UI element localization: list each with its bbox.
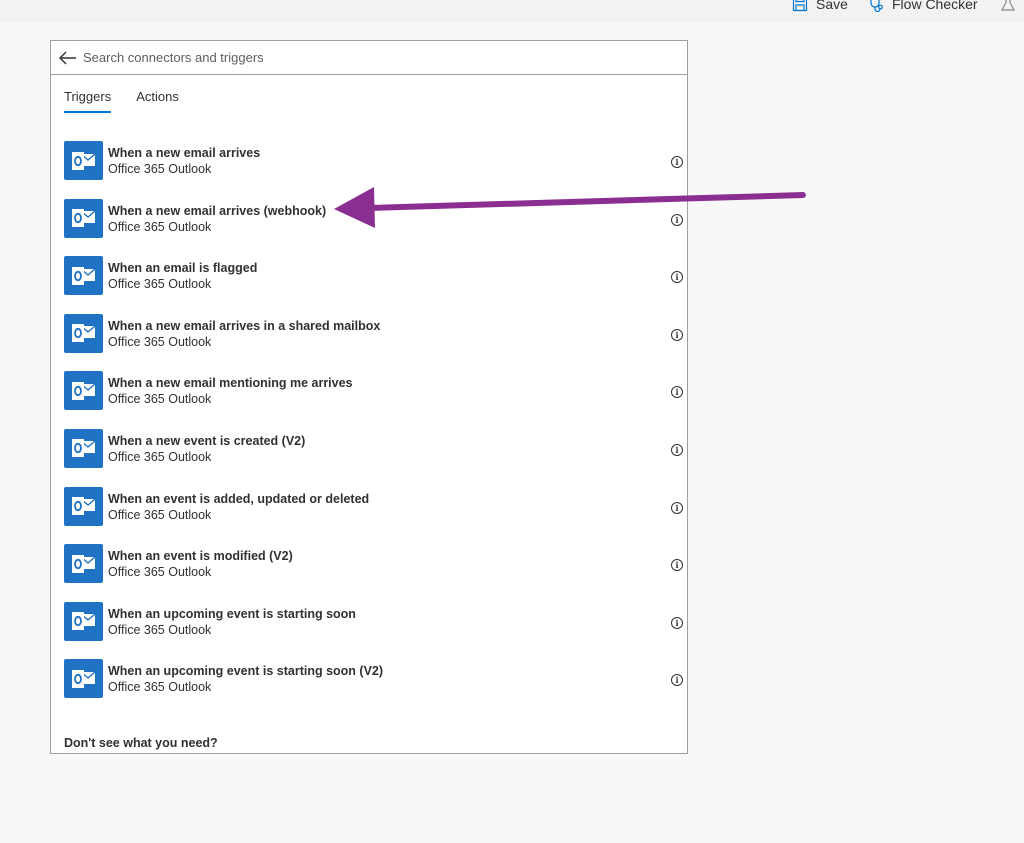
trigger-item[interactable]: When a new event is created (V2) Office … (51, 424, 687, 482)
info-icon[interactable]: i (671, 156, 683, 168)
trigger-text: When a new email arrives Office 365 Outl… (108, 145, 260, 178)
back-arrow-icon[interactable] (58, 48, 78, 68)
trigger-connector: Office 365 Outlook (108, 392, 212, 407)
trigger-text: When an upcoming event is starting soon … (108, 663, 383, 696)
trigger-list: When a new email arrives Office 365 Outl… (51, 136, 687, 712)
trigger-item[interactable]: When a new email mentioning me arrives O… (51, 366, 687, 424)
trigger-picker-panel: Triggers Actions When a new email arrive… (50, 40, 688, 754)
beaker-icon (1000, 0, 1016, 12)
trigger-connector: Office 365 Outlook (108, 449, 212, 464)
info-icon[interactable]: i (671, 213, 683, 226)
flow-checker-button[interactable]: Flow Checker (868, 0, 978, 14)
outlook-icon (64, 141, 103, 180)
trigger-title: When a new event is created (V2) (108, 433, 306, 448)
trigger-text: When a new email mentioning me arrives O… (108, 375, 353, 408)
trigger-connector: Office 365 Outlook (108, 277, 212, 292)
command-bar: Save Flow Checker (0, 0, 1024, 22)
trigger-title: When a new email mentioning me arrives (108, 376, 353, 391)
trigger-title: When a new email arrives (webhook) (108, 203, 327, 218)
trigger-text: When an email is flagged Office 365 Outl… (108, 260, 257, 293)
trigger-item[interactable]: When an event is modified (V2) Office 36… (51, 539, 687, 597)
info-icon[interactable]: i (671, 616, 683, 629)
tab-actions[interactable]: Actions (136, 89, 179, 113)
trigger-title: When an upcoming event is starting soon … (108, 664, 384, 679)
save-icon (792, 0, 808, 12)
outlook-icon (64, 659, 103, 699)
outlook-icon (64, 428, 103, 468)
outlook-icon (64, 198, 103, 238)
trigger-title: When a new email arrives in a shared mai… (108, 318, 381, 333)
outlook-icon (64, 486, 103, 526)
trigger-item[interactable]: When a new email arrives in a shared mai… (51, 309, 687, 367)
trigger-item[interactable]: When an event is added, updated or delet… (51, 482, 687, 540)
trigger-title: When an email is flagged (108, 261, 258, 276)
trigger-text: When an event is added, updated or delet… (108, 491, 369, 524)
trigger-title: When an event is added, updated or delet… (108, 491, 370, 506)
trigger-connector: Office 365 Outlook (108, 680, 212, 695)
trigger-connector: Office 365 Outlook (108, 219, 212, 234)
search-input[interactable] (83, 50, 687, 65)
trigger-connector: Office 365 Outlook (108, 565, 212, 580)
trigger-connector: Office 365 Outlook (108, 162, 212, 176)
outlook-icon (64, 544, 103, 584)
info-icon[interactable]: i (671, 674, 683, 687)
tab-bar: Triggers Actions (64, 89, 179, 113)
trigger-connector: Office 365 Outlook (108, 622, 212, 637)
outlook-icon (64, 601, 103, 641)
info-icon[interactable]: i (671, 328, 683, 341)
trigger-text: When an upcoming event is starting soon … (108, 606, 356, 639)
save-label: Save (816, 0, 848, 12)
trigger-title: When an upcoming event is starting soon (108, 606, 356, 621)
info-icon[interactable]: i (671, 501, 683, 514)
tab-triggers[interactable]: Triggers (64, 89, 112, 113)
outlook-icon (64, 371, 103, 411)
trigger-text: When an event is modified (V2) Office 36… (108, 548, 293, 581)
stethoscope-icon (868, 0, 884, 12)
trigger-title: When an event is modified (V2) (108, 549, 293, 564)
info-icon[interactable]: i (671, 559, 683, 572)
info-icon[interactable]: i (671, 386, 683, 399)
trigger-connector: Office 365 Outlook (108, 334, 212, 349)
flow-checker-label: Flow Checker (892, 0, 978, 12)
trigger-text: When a new email arrives in a shared mai… (108, 318, 380, 351)
trigger-item[interactable]: When an upcoming event is starting soon … (51, 654, 687, 712)
trigger-item[interactable]: When a new email arrives Office 365 Outl… (51, 136, 687, 194)
trigger-item[interactable]: When a new email arrives (webhook) Offic… (51, 194, 687, 252)
outlook-icon (64, 313, 103, 353)
help-text: Don't see what you need? (64, 736, 218, 750)
info-icon[interactable]: i (671, 271, 683, 284)
info-icon[interactable]: i (671, 443, 683, 456)
outlook-icon (64, 256, 103, 296)
trigger-text: When a new email arrives (webhook) Offic… (108, 203, 326, 236)
trigger-title: When a new email arrives (108, 146, 261, 160)
trigger-connector: Office 365 Outlook (108, 507, 212, 522)
trigger-item[interactable]: When an email is flagged Office 365 Outl… (51, 251, 687, 309)
save-button[interactable]: Save (792, 0, 848, 14)
trigger-text: When a new event is created (V2) Office … (108, 433, 305, 466)
test-button[interactable] (1000, 0, 1016, 14)
search-bar (51, 41, 687, 75)
trigger-item[interactable]: When an upcoming event is starting soon … (51, 597, 687, 655)
